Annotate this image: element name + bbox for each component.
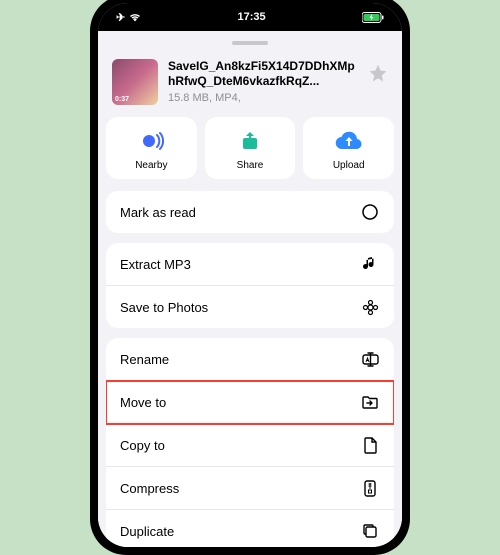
- duplicate-icon: [360, 521, 380, 541]
- file-name: SaveIG_An8kzFi5X14D7DDhXMphRfwQ_DteM6vka…: [168, 59, 358, 89]
- battery-icon: [362, 12, 384, 23]
- save-to-photos-row[interactable]: Save to Photos: [106, 286, 394, 328]
- circle-icon: [360, 202, 380, 222]
- photos-icon: [360, 297, 380, 317]
- share-button[interactable]: Share: [205, 117, 296, 179]
- share-icon: [236, 127, 264, 155]
- airplane-icon: ✈: [116, 11, 125, 24]
- video-thumbnail[interactable]: 0:37: [112, 59, 158, 105]
- document-icon: [360, 435, 380, 455]
- wifi-icon: [129, 13, 141, 22]
- rename-icon: [360, 349, 380, 369]
- compress-row[interactable]: Compress: [106, 467, 394, 510]
- file-header: 0:37 SaveIG_An8kzFi5X14D7DDhXMphRfwQ_Dte…: [98, 55, 402, 117]
- folder-arrow-icon: [360, 392, 380, 412]
- move-to-row[interactable]: Move to: [106, 381, 394, 424]
- upload-icon: [335, 127, 363, 155]
- nearby-icon: [137, 127, 165, 155]
- sheet-grabber[interactable]: [232, 41, 268, 45]
- status-bar: ✈ 17:35: [98, 3, 402, 31]
- mark-as-read-row[interactable]: Mark as read: [106, 191, 394, 233]
- nearby-button[interactable]: Nearby: [106, 117, 197, 179]
- duplicate-row[interactable]: Duplicate: [106, 510, 394, 547]
- rename-row[interactable]: Rename: [106, 338, 394, 381]
- extract-mp3-row[interactable]: Extract MP3: [106, 243, 394, 286]
- copy-to-row[interactable]: Copy to: [106, 424, 394, 467]
- favorite-button[interactable]: [368, 63, 388, 83]
- action-sheet: 0:37 SaveIG_An8kzFi5X14D7DDhXMphRfwQ_Dte…: [98, 31, 402, 547]
- upload-button[interactable]: Upload: [303, 117, 394, 179]
- file-meta: 15.8 MB, MP4,: [168, 92, 358, 104]
- video-duration: 0:37: [115, 96, 129, 103]
- compress-icon: [360, 478, 380, 498]
- status-time: 17:35: [238, 11, 266, 23]
- music-icon: [360, 254, 380, 274]
